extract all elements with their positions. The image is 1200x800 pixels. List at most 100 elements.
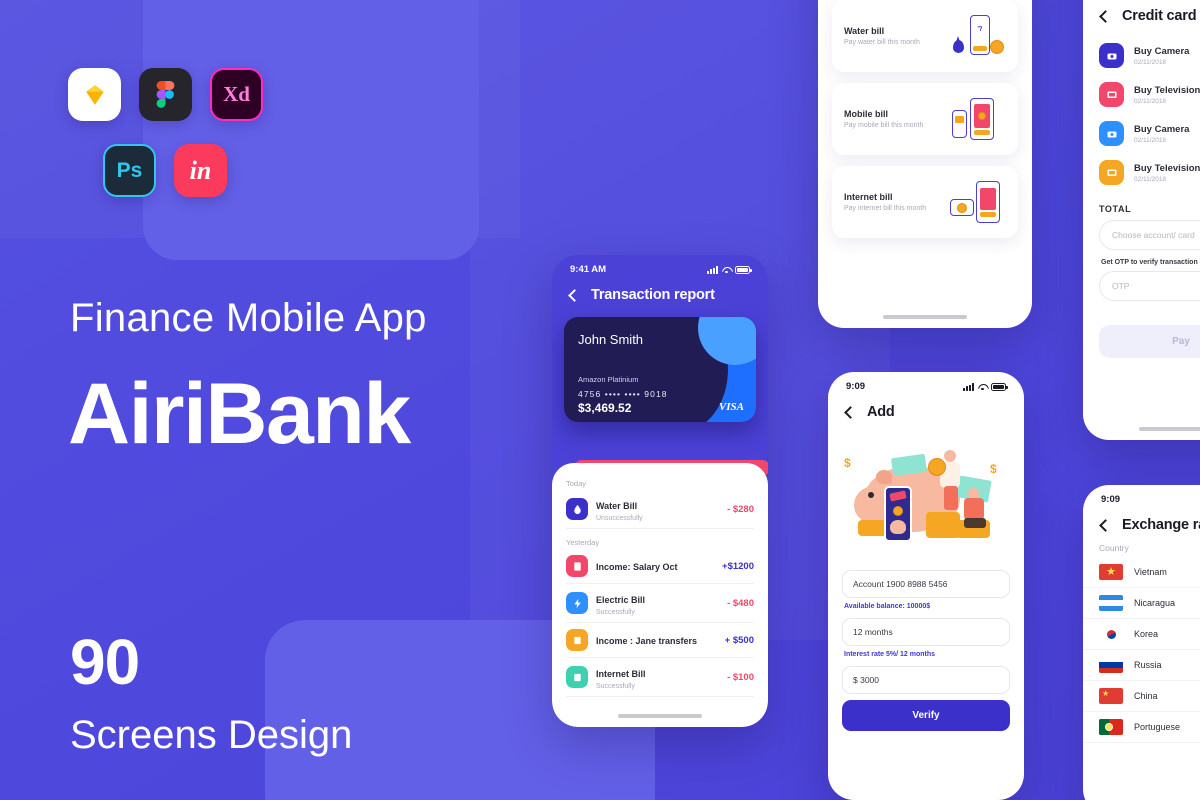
phone-exchange-rate: 9:09 Exchange rate Country ★ Vietnam Nic…	[1083, 485, 1200, 800]
purchase-date: 02/11/2018	[1134, 175, 1167, 183]
status-bar: 9:09	[1083, 485, 1200, 507]
status-time: 9:41 AM	[570, 264, 607, 275]
page-title: Credit card	[1122, 8, 1197, 24]
list-item[interactable]: Buy Camera 02/11/2018	[1099, 36, 1200, 75]
country-name: Portuguese	[1134, 722, 1181, 732]
back-chevron-icon[interactable]	[1099, 518, 1112, 532]
pay-button[interactable]: Pay	[1099, 325, 1200, 358]
bill-title: Water bill	[844, 26, 885, 36]
back-chevron-icon[interactable]	[568, 288, 581, 302]
transaction-status: Successfully	[596, 683, 635, 690]
status-icons	[707, 265, 752, 274]
card-balance: $3,469.52	[578, 401, 632, 415]
flag-korea	[1099, 626, 1123, 642]
transaction-amount: - $280	[727, 503, 754, 515]
purchase-title: Buy Camera	[1134, 123, 1190, 135]
battery-icon	[735, 265, 752, 274]
signal-icon	[963, 382, 974, 391]
table-row[interactable]: ★ China	[1083, 681, 1200, 712]
account-select[interactable]: Choose account/ card	[1099, 220, 1200, 250]
home-indicator	[883, 315, 967, 319]
amount-field[interactable]: $ 3000	[842, 666, 1010, 694]
table-row[interactable]: Russia	[1083, 650, 1200, 681]
status-icons	[963, 382, 1008, 391]
tool-icons-row-1: Xd	[68, 68, 263, 121]
table-row[interactable]: Income: Salary Oct +$1200	[566, 549, 754, 584]
adobe-xd-label: Xd	[223, 82, 250, 106]
status-time: 9:09	[1101, 494, 1121, 505]
phone-transaction-report: 9:41 AM Transaction report John Smith Am…	[552, 255, 768, 727]
table-row[interactable]: Electric Bill Successfully - $480	[566, 584, 754, 623]
back-chevron-icon[interactable]	[844, 405, 857, 419]
table-row[interactable]: Income : Jane transfers + $500	[566, 623, 754, 658]
purchase-date: 02/11/2018	[1134, 97, 1167, 105]
bills-container: Water bill Pay water bill this month Mob…	[818, 0, 1032, 238]
status-bar: 9:09	[828, 372, 1024, 394]
wifi-icon	[722, 266, 731, 274]
home-indicator	[618, 714, 702, 718]
transaction-title: Electric Bill	[596, 595, 646, 605]
interest-rate-hint: Interest rate 5%/ 12 months	[844, 651, 936, 658]
purchase-title: Buy Television	[1134, 162, 1200, 174]
sketch-icon	[68, 68, 121, 121]
term-field[interactable]: 12 months	[842, 618, 1010, 646]
otp-label: Get OTP to verify transaction	[1101, 259, 1198, 266]
list-item[interactable]: Buy Television 02/11/2018	[1099, 153, 1200, 192]
list-item[interactable]: Mobile bill Pay mobile bill this month	[832, 83, 1018, 155]
status-bar: 9:41 AM	[552, 255, 768, 277]
wifi-icon	[978, 383, 987, 391]
list-item[interactable]: Water bill Pay water bill this month	[832, 0, 1018, 72]
available-balance-hint: Available balance: 10000$	[844, 603, 931, 610]
router-icon	[566, 666, 588, 688]
country-name: Korea	[1134, 629, 1159, 639]
transaction-amount: - $480	[727, 597, 754, 609]
home-indicator	[1139, 427, 1200, 431]
flag-vietnam: ★	[1099, 564, 1123, 580]
photoshop-label: Ps	[116, 158, 143, 182]
card-holder-name: John Smith	[578, 332, 644, 347]
table-row[interactable]: Nicaragua	[1083, 588, 1200, 619]
credit-card-visual[interactable]: John Smith Amazon Platinium 4756 •••• ••…	[564, 317, 756, 422]
verify-button[interactable]: Verify	[842, 700, 1010, 731]
television-icon	[1099, 160, 1124, 185]
transaction-title: Water Bill	[596, 501, 638, 511]
camera-icon	[1099, 43, 1124, 68]
nav-bar: Exchange rate	[1083, 507, 1200, 541]
visa-logo: VISA	[718, 401, 744, 413]
table-row[interactable]: Water Bill Unsuccessfully - $280	[566, 490, 754, 529]
invision-label: in	[189, 155, 212, 185]
water-bill-illustration	[950, 13, 1006, 59]
transaction-amount: - $100	[727, 671, 754, 683]
nav-bar: Add	[828, 394, 1024, 428]
list-item[interactable]: Internet bill Pay internet bill this mon…	[832, 166, 1018, 238]
account-field[interactable]: Account 1900 8988 5456	[842, 570, 1010, 598]
table-row[interactable]: ★ Vietnam	[1083, 557, 1200, 588]
hero-title: AiriBank	[68, 366, 411, 462]
list-item[interactable]: Buy Camera 02/11/2018	[1099, 114, 1200, 153]
list-item[interactable]: Buy Television 02/11/2018	[1099, 75, 1200, 114]
bill-subtitle: Pay mobile bill this month	[844, 122, 924, 129]
back-chevron-icon[interactable]	[1099, 9, 1112, 23]
flag-russia	[1099, 657, 1123, 673]
table-row[interactable]: Korea	[1083, 619, 1200, 650]
transaction-group-label: Yesterday	[566, 538, 600, 547]
screen-count-label: Screens Design	[70, 713, 353, 757]
camera-icon	[1099, 121, 1124, 146]
screen-count-number: 90	[70, 626, 140, 698]
transaction-status: Unsuccessfully	[596, 515, 643, 522]
signal-icon	[707, 265, 718, 274]
transaction-amount: +$1200	[722, 560, 754, 572]
nav-bar: Credit card	[1083, 0, 1200, 32]
transaction-title: Income : Jane transfers	[596, 636, 698, 646]
phone-bills-list: Water bill Pay water bill this month Mob…	[818, 0, 1032, 328]
table-row[interactable]: Portuguese	[1083, 712, 1200, 743]
country-name: China	[1134, 691, 1158, 701]
bill-title: Internet bill	[844, 192, 893, 202]
otp-input[interactable]: OTP	[1099, 271, 1200, 301]
transaction-group-label: Today	[566, 479, 587, 488]
table-row[interactable]: Internet Bill Successfully - $100	[566, 658, 754, 697]
phone-add-deposit: 9:09 Add $ $ Account 1900 8988 5456 Avai…	[828, 372, 1024, 800]
purchase-date: 02/11/2018	[1134, 136, 1167, 144]
internet-bill-illustration	[950, 179, 1006, 225]
country-name: Russia	[1134, 660, 1162, 670]
